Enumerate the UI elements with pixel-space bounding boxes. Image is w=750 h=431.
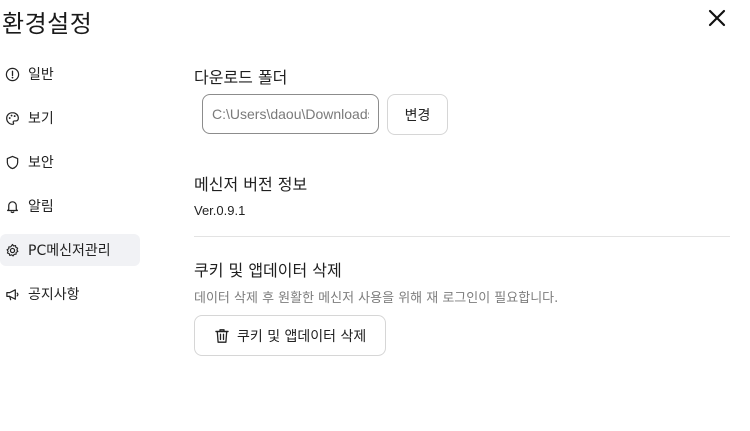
sidebar-item-general[interactable]: 일반: [0, 58, 140, 90]
sidebar-item-label: 보기: [28, 111, 54, 127]
sidebar-item-security[interactable]: 보안: [0, 146, 140, 178]
palette-icon: [4, 110, 20, 126]
megaphone-icon: [4, 286, 20, 302]
gear-icon: [4, 242, 20, 258]
sidebar-item-label: 공지사항: [28, 287, 80, 303]
section-divider: [194, 236, 730, 237]
version-title: 메신저 버전 정보: [194, 175, 308, 194]
sidebar-item-notices[interactable]: 공지사항: [0, 278, 140, 310]
sidebar-item-label: 일반: [28, 67, 54, 83]
trash-icon: [213, 327, 231, 345]
change-folder-button[interactable]: 변경: [387, 94, 448, 135]
version-value: Ver.0.9.1: [194, 203, 246, 218]
download-folder-title: 다운로드 폴더: [194, 68, 288, 87]
close-icon: [708, 9, 726, 27]
sidebar-item-label: PC메신저관리: [28, 243, 111, 259]
bell-icon: [4, 198, 20, 214]
dialog-title: 환경설정: [2, 10, 93, 38]
sidebar-item-label: 알림: [28, 199, 54, 215]
cache-delete-title: 쿠키 및 앱데이터 삭제: [194, 261, 342, 280]
settings-sidebar: 일반 보기 보안 알림 PC메신저관리 공지사항: [0, 58, 140, 322]
sidebar-item-label: 보안: [28, 155, 54, 171]
delete-cache-label: 쿠키 및 앱데이터 삭제: [237, 328, 367, 345]
close-button[interactable]: [705, 6, 729, 30]
sidebar-item-pc-messenger[interactable]: PC메신저관리: [0, 234, 140, 266]
sidebar-item-view[interactable]: 보기: [0, 102, 140, 134]
delete-cache-button[interactable]: 쿠키 및 앱데이터 삭제: [194, 315, 386, 356]
info-circle-icon: [4, 66, 20, 82]
cache-delete-description: 데이터 삭제 후 원활한 메신저 사용을 위해 재 로그인이 필요합니다.: [194, 291, 559, 306]
shield-icon: [4, 154, 20, 170]
download-folder-input[interactable]: [202, 94, 379, 134]
sidebar-item-notifications[interactable]: 알림: [0, 190, 140, 222]
